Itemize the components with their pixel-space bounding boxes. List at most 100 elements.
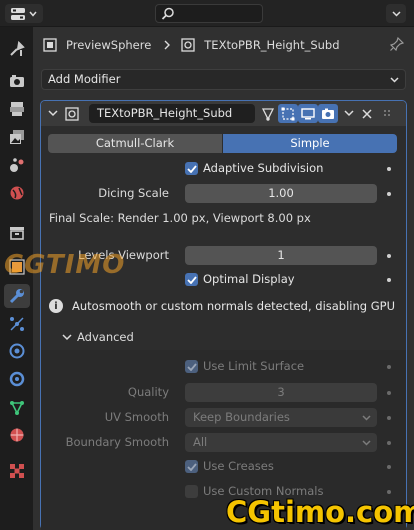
tab-simple[interactable]: Simple — [223, 134, 397, 153]
scene-icon — [10, 158, 24, 172]
wrench-icon — [9, 289, 24, 304]
tab-world[interactable] — [4, 181, 30, 205]
uv-smooth-value: Keep Boundaries — [193, 410, 290, 424]
uv-smooth-dropdown[interactable]: Keep Boundaries — [185, 408, 377, 427]
tab-render[interactable] — [4, 69, 30, 93]
quality-field[interactable]: 3 — [185, 383, 377, 402]
info-icon: i — [49, 299, 63, 313]
on-cage-toggle[interactable] — [258, 104, 278, 123]
keyframe-dot[interactable] — [387, 441, 391, 445]
gpu-subdivision-warning: i Autosmooth or custom normals detected,… — [49, 295, 399, 317]
edit-mode-icon — [281, 107, 295, 120]
keyframe-dot[interactable] — [387, 490, 391, 494]
subdivision-modifier-panel: TEXtoPBR_Height_Subd Catmull-Clark Simpl… — [40, 100, 407, 530]
properties-editor-icon — [11, 7, 25, 20]
tab-data[interactable] — [4, 395, 30, 419]
optimal-display-label: Optimal Display — [203, 272, 295, 286]
add-modifier-dropdown[interactable]: Add Modifier — [41, 69, 406, 90]
subdivision-icon — [65, 107, 79, 121]
tab-constraints[interactable] — [4, 367, 30, 391]
tab-material[interactable] — [4, 423, 30, 447]
pin-icon[interactable] — [390, 37, 404, 51]
remove-modifier-button[interactable] — [357, 104, 377, 123]
tab-physics[interactable] — [4, 339, 30, 363]
particles-icon — [10, 317, 24, 331]
advanced-subpanel-header[interactable]: Advanced — [41, 324, 406, 350]
warning-text: Autosmooth or custom normals detected, d… — [72, 299, 399, 313]
render-toggle[interactable] — [318, 104, 338, 123]
close-icon — [362, 108, 372, 119]
chevron-right-icon — [164, 40, 171, 50]
drag-handle-icon[interactable] — [383, 109, 393, 119]
quality-label: Quality — [127, 385, 169, 399]
modifier-icon — [181, 38, 195, 52]
dicing-scale-label: Dicing Scale — [98, 186, 169, 200]
collapse-chevron-icon[interactable] — [48, 110, 58, 117]
keyframe-dot[interactable] — [387, 416, 391, 420]
use-limit-surface-label: Use Limit Surface — [203, 359, 305, 373]
collection-icon — [10, 227, 24, 240]
watermark-bottom: CGtimo.com — [226, 495, 414, 529]
tab-collection[interactable] — [4, 221, 30, 245]
tab-texture[interactable] — [4, 459, 30, 483]
adaptive-subdivision-label: Adaptive Subdivision — [203, 161, 324, 175]
adaptive-subdivision-checkbox[interactable] — [185, 162, 198, 175]
tool-icon — [10, 41, 25, 56]
keyframe-dot[interactable] — [387, 167, 391, 171]
physics-icon — [9, 343, 25, 359]
boundary-smooth-label: Boundary Smooth — [65, 435, 169, 449]
chevron-down-icon — [391, 10, 401, 17]
boundary-smooth-value: All — [193, 435, 208, 449]
tab-tool[interactable] — [4, 37, 30, 61]
edit-mode-toggle[interactable] — [278, 104, 298, 123]
keyframe-dot[interactable] — [387, 391, 391, 395]
add-modifier-label: Add Modifier — [48, 72, 121, 86]
keyframe-dot[interactable] — [387, 192, 391, 196]
tab-modifiers[interactable] — [4, 284, 30, 308]
monitor-icon — [301, 107, 315, 119]
breadcrumb-modifier[interactable]: TEXtoPBR_Height_Subd — [204, 38, 339, 52]
modifier-header: TEXtoPBR_Height_Subd — [41, 101, 406, 126]
uv-smooth-label: UV Smooth — [104, 410, 169, 424]
render-icon — [10, 75, 24, 87]
use-creases-label: Use Creases — [203, 459, 274, 473]
keyframe-dot[interactable] — [387, 365, 391, 369]
filter-button[interactable] — [386, 4, 406, 23]
modifier-name-field[interactable]: TEXtoPBR_Height_Subd — [89, 104, 255, 123]
breadcrumb-object[interactable]: PreviewSphere — [66, 38, 151, 52]
tab-output[interactable] — [4, 97, 30, 121]
tab-scene[interactable] — [4, 153, 30, 177]
advanced-title: Advanced — [77, 330, 134, 344]
checkmark-icon — [186, 164, 197, 173]
chevron-down-icon — [362, 440, 371, 446]
levels-viewport-field[interactable]: 1 — [185, 246, 377, 265]
keyframe-dot[interactable] — [387, 278, 391, 282]
object-icon — [43, 38, 57, 52]
search-input[interactable] — [155, 4, 263, 23]
constraints-icon — [9, 371, 25, 387]
use-limit-surface-checkbox[interactable] — [185, 360, 198, 373]
keyframe-dot[interactable] — [387, 465, 391, 469]
optimal-display-checkbox[interactable] — [185, 273, 198, 286]
tab-view-layer[interactable] — [4, 125, 30, 149]
search-icon — [161, 7, 174, 20]
viewport-toggle[interactable] — [298, 104, 318, 123]
tab-particles[interactable] — [4, 312, 30, 336]
boundary-smooth-dropdown[interactable]: All — [185, 433, 377, 452]
chevron-down-icon — [362, 415, 371, 421]
modifier-options-dropdown[interactable] — [339, 104, 359, 123]
texture-icon — [10, 464, 24, 478]
chevron-down-icon — [62, 334, 72, 341]
checkmark-icon — [186, 362, 197, 371]
properties-header — [0, 0, 414, 27]
editor-type-button[interactable] — [5, 4, 43, 23]
breadcrumb: PreviewSphere TEXtoPBR_Height_Subd — [33, 27, 414, 63]
checkmark-icon — [186, 275, 197, 284]
use-custom-normals-checkbox[interactable] — [185, 485, 198, 498]
tab-catmull-clark[interactable]: Catmull-Clark — [48, 134, 222, 153]
vertex-triangle-icon — [261, 107, 275, 121]
dicing-scale-field[interactable]: 1.00 — [185, 184, 377, 203]
keyframe-dot[interactable] — [387, 254, 391, 258]
final-scale-text: Final Scale: Render 1.00 px, Viewport 8.… — [49, 211, 311, 225]
use-creases-checkbox[interactable] — [185, 460, 198, 473]
